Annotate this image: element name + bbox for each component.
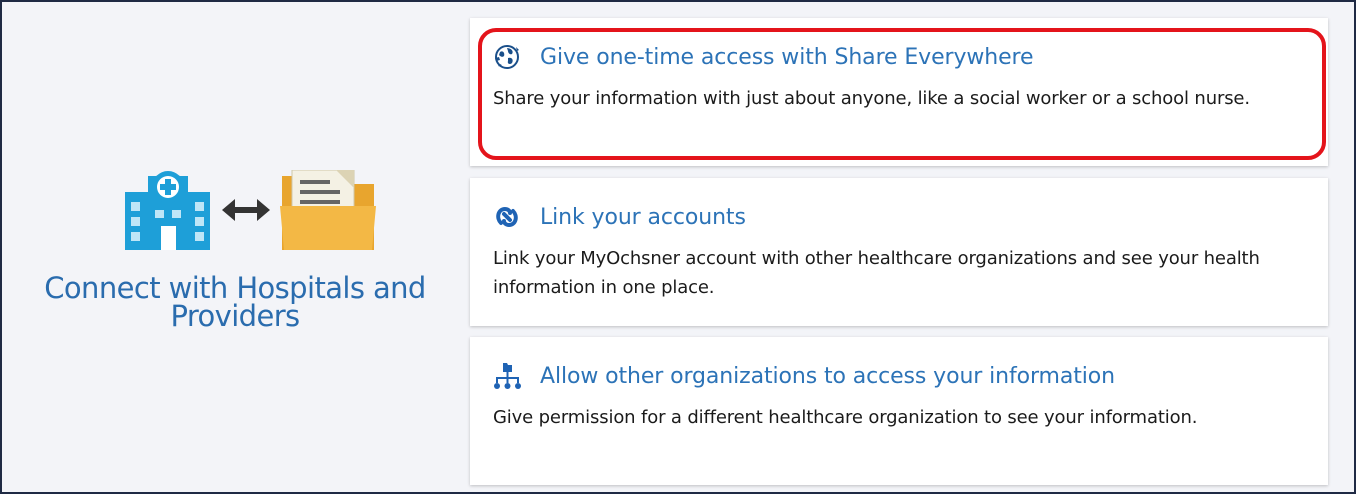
card-header: Link your accounts <box>492 202 746 232</box>
page-title-line2: Providers <box>170 299 300 333</box>
link-accounts-link[interactable]: Link your accounts <box>540 205 746 230</box>
card-description: Give permission for a different healthca… <box>493 407 1198 428</box>
card-header: Allow other organizations to access your… <box>492 361 1115 391</box>
card-description: Link your MyOchsner account with other h… <box>493 248 1260 298</box>
share-everywhere-card[interactable]: Give one-time access with Share Everywhe… <box>470 18 1328 166</box>
link-accounts-card[interactable]: Link your accounts Link your MyOchsner a… <box>470 178 1328 326</box>
globe-icon <box>495 45 519 69</box>
card-header: Give one-time access with Share Everywhe… <box>492 42 1034 72</box>
allow-organizations-card[interactable]: Allow other organizations to access your… <box>470 337 1328 485</box>
card-description: Share your information with just about a… <box>493 88 1250 109</box>
page-title: Connect with Hospitals and Providers <box>2 271 468 333</box>
share-everywhere-link[interactable]: Give one-time access with Share Everywhe… <box>540 45 1034 70</box>
hospital-icon <box>125 171 210 250</box>
link-icon <box>496 206 518 228</box>
double-arrow-icon <box>222 199 270 221</box>
allow-organizations-link[interactable]: Allow other organizations to access your… <box>540 364 1115 389</box>
hero-section: Connect with Hospitals and Providers <box>2 2 468 492</box>
hero-illustration <box>125 170 376 250</box>
page-title-line1: Connect with Hospitals and <box>44 271 426 305</box>
org-chart-icon <box>494 363 521 389</box>
folder-document-icon <box>280 170 376 250</box>
connect-panel: Connect with Hospitals and Providers Giv… <box>0 0 1356 494</box>
